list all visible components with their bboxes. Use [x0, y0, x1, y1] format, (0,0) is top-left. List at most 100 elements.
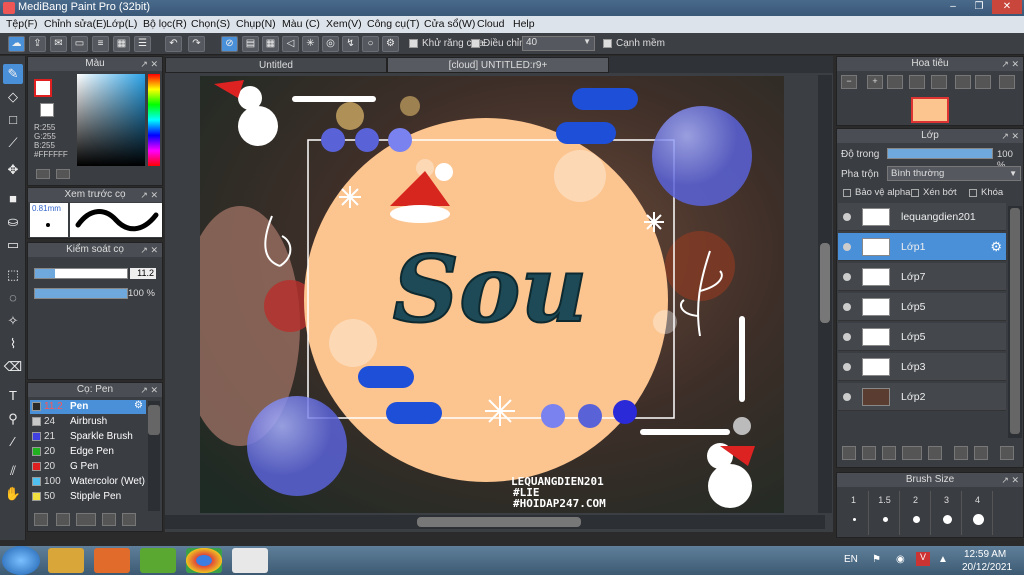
- layer-folder-icon[interactable]: [928, 446, 942, 460]
- blend-mode-select[interactable]: Bình thường ▼: [887, 166, 1021, 181]
- clipping-checkbox[interactable]: [911, 189, 919, 197]
- brush-size-slider[interactable]: [34, 268, 128, 279]
- fit-icon[interactable]: [887, 75, 903, 89]
- comment-icon[interactable]: ✉: [50, 36, 67, 52]
- layer-row[interactable]: Lớp3: [838, 353, 1006, 381]
- menu-help[interactable]: Help: [513, 18, 535, 30]
- primary-color-swatch[interactable]: [34, 79, 52, 97]
- lasso-tool-icon[interactable]: ◌: [3, 288, 23, 308]
- cloud-brush-icon[interactable]: [34, 513, 48, 526]
- select-pen-tool-icon[interactable]: ⌇: [3, 334, 23, 354]
- eye-icon[interactable]: [843, 213, 851, 221]
- list-icon[interactable]: ☰: [134, 36, 151, 52]
- gear-icon[interactable]: ⚙: [134, 400, 143, 411]
- brush-size-value[interactable]: 11.2: [130, 268, 156, 279]
- duplicate-layer-icon[interactable]: [954, 446, 968, 460]
- eye-icon[interactable]: [843, 303, 851, 311]
- zoom-in-icon[interactable]: +: [867, 75, 883, 89]
- rectangle-tool-icon[interactable]: □: [3, 110, 23, 130]
- brush-list-item[interactable]: 20 Edge Pen: [30, 445, 146, 459]
- brush-size-cell[interactable]: 2: [901, 491, 931, 535]
- horizontal-scrollbar[interactable]: [165, 515, 825, 529]
- tab-untitled[interactable]: Untitled: [165, 57, 387, 73]
- hand-tool-icon[interactable]: ✋: [3, 484, 23, 504]
- app-green-icon[interactable]: [140, 548, 176, 573]
- line-tool-icon[interactable]: ⟋: [3, 133, 23, 153]
- snap-off-icon[interactable]: ⊘: [221, 36, 238, 52]
- fill-rect-tool-icon[interactable]: ■: [3, 189, 23, 209]
- brush-list-item[interactable]: 24 Airbrush: [30, 415, 146, 429]
- brush-size-cell[interactable]: 1: [839, 491, 869, 535]
- delete-layer-icon[interactable]: [1000, 446, 1014, 460]
- tab-cloud-untitled[interactable]: [cloud] UNTITLED:r9+: [387, 57, 609, 73]
- move-tool-icon[interactable]: ✥: [3, 160, 23, 180]
- ellipse-snap-icon[interactable]: ○: [362, 36, 379, 52]
- radial-snap-icon[interactable]: ✳: [302, 36, 319, 52]
- menu-window[interactable]: Cửa sổ(W): [424, 18, 475, 30]
- merge-layer-icon[interactable]: [974, 446, 988, 460]
- eye-icon[interactable]: [843, 393, 851, 401]
- network-icon[interactable]: ▲: [938, 554, 948, 565]
- actual-size-icon[interactable]: [909, 75, 925, 89]
- tray-flag-icon[interactable]: ⚑: [872, 554, 881, 565]
- layer-row[interactable]: lequangdien201: [838, 203, 1006, 231]
- language-indicator[interactable]: EN: [844, 554, 858, 565]
- brush-list-item[interactable]: 20 G Pen: [30, 460, 146, 474]
- media-player-icon[interactable]: [94, 548, 130, 573]
- menu-color[interactable]: Màu (C): [282, 18, 320, 30]
- document-icon[interactable]: ≡: [92, 36, 109, 52]
- brush-opacity-slider[interactable]: [34, 288, 128, 299]
- perspective-snap-icon[interactable]: ◁: [282, 36, 299, 52]
- menu-select[interactable]: Chọn(S): [191, 18, 230, 30]
- layer-row[interactable]: Lớp5: [838, 293, 1006, 321]
- menu-file[interactable]: Tệp(F): [6, 18, 38, 30]
- color-add-icon[interactable]: [36, 169, 50, 179]
- select-eraser-tool-icon[interactable]: ⌫: [3, 357, 23, 377]
- undo-icon[interactable]: ↶: [165, 36, 182, 52]
- brush-folder-icon[interactable]: [122, 513, 136, 526]
- clock-time[interactable]: 12:59 AM: [964, 549, 1006, 560]
- vertical-scrollbar[interactable]: [818, 75, 832, 513]
- magic-wand-tool-icon[interactable]: ✧: [3, 311, 23, 331]
- eraser-tool-icon[interactable]: ◇: [3, 87, 23, 107]
- zoom-out-icon[interactable]: −: [841, 75, 857, 89]
- medibang-taskbar-icon[interactable]: [232, 548, 268, 573]
- layer-row[interactable]: Lớp1 ⚙: [838, 233, 1006, 261]
- brush-size-cell[interactable]: 3: [932, 491, 962, 535]
- add-layer-menu-icon[interactable]: [902, 446, 922, 460]
- layer-list-scrollbar[interactable]: [1008, 206, 1022, 438]
- eye-icon[interactable]: [843, 333, 851, 341]
- brush-list-scrollbar[interactable]: [148, 401, 160, 511]
- tray-app-icon[interactable]: ◉: [896, 554, 905, 565]
- export-icon[interactable]: ⇪: [29, 36, 46, 52]
- secondary-color-swatch[interactable]: [40, 103, 54, 117]
- close-button[interactable]: ✕: [992, 0, 1022, 14]
- menu-layer[interactable]: Lớp(L): [106, 18, 137, 30]
- rotate-left-icon[interactable]: [955, 75, 971, 89]
- eye-icon[interactable]: [843, 363, 851, 371]
- brush-settings-icon[interactable]: [102, 513, 116, 526]
- artwork-canvas[interactable]: Sou LEQUANGDIEN201 #LIE #HOIDAP247.COM: [200, 76, 784, 513]
- protect-alpha-checkbox[interactable]: [843, 189, 851, 197]
- page-icon[interactable]: ▭: [71, 36, 88, 52]
- menu-filter[interactable]: Bộ lọc(R): [143, 18, 187, 30]
- gear-icon[interactable]: ⚙: [990, 239, 1002, 255]
- brush-list-item[interactable]: 11.2 Pen ⚙: [30, 400, 146, 414]
- eyedropper-tool-icon[interactable]: ⁄: [3, 432, 23, 452]
- cloud-icon[interactable]: ☁: [8, 36, 25, 52]
- menu-tools[interactable]: Công cụ(T): [367, 18, 420, 30]
- flip-icon[interactable]: [931, 75, 947, 89]
- curve-snap-icon[interactable]: ↯: [342, 36, 359, 52]
- color-picker-area[interactable]: [77, 74, 145, 166]
- file-explorer-icon[interactable]: [48, 548, 84, 573]
- eye-icon[interactable]: [843, 243, 851, 251]
- layer-row[interactable]: Lớp2: [838, 383, 1006, 411]
- new-layer-icon[interactable]: [842, 446, 856, 460]
- brush-size-cell[interactable]: 4: [963, 491, 993, 535]
- start-button[interactable]: [2, 546, 40, 575]
- grid-doc-icon[interactable]: ▦: [113, 36, 130, 52]
- menu-edit[interactable]: Chỉnh sửa(E): [44, 18, 106, 30]
- brush-tool-icon[interactable]: ✎: [3, 64, 23, 84]
- correction-checkbox[interactable]: [471, 39, 480, 48]
- bucket-tool-icon[interactable]: ⛀: [3, 212, 23, 232]
